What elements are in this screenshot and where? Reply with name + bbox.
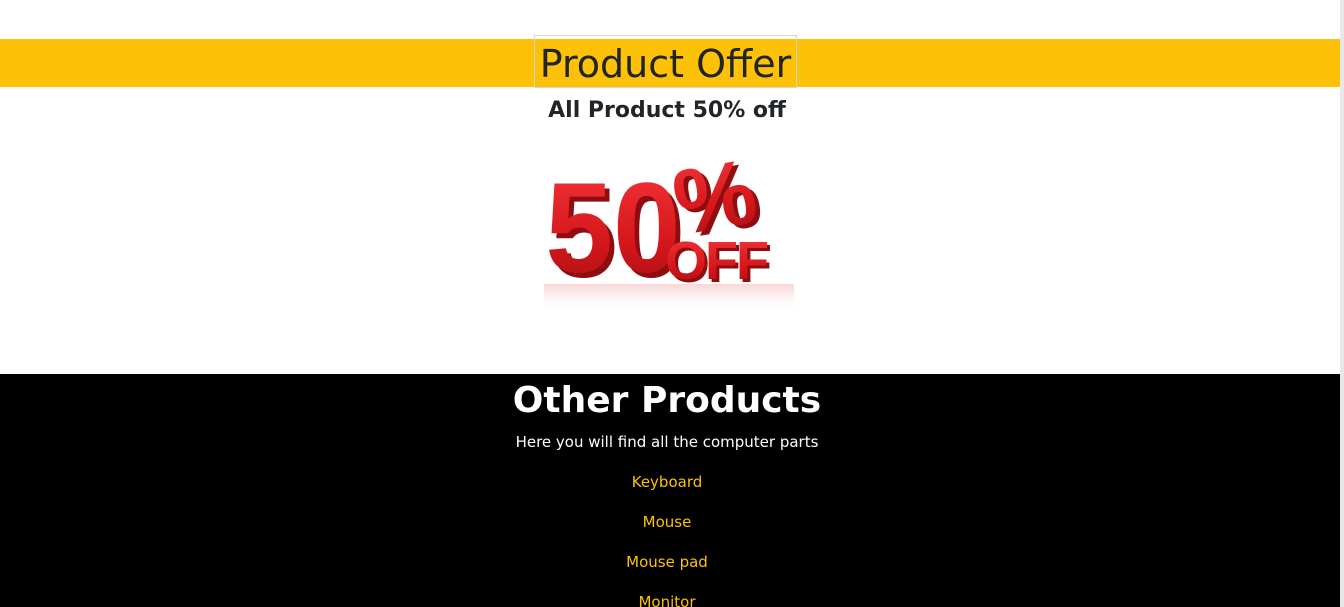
- list-item: Mouse pad: [0, 552, 1334, 592]
- product-link-keyboard[interactable]: Keyboard: [632, 473, 703, 491]
- offer-title: Product Offer: [534, 35, 797, 88]
- offer-subtitle: All Product 50% off: [548, 98, 786, 123]
- sale-number: 50: [545, 157, 680, 300]
- list-item: Monitor: [0, 592, 1334, 607]
- list-item: Mouse: [0, 512, 1334, 552]
- other-products-description: Here you will find all the computer part…: [515, 433, 819, 451]
- page: Product Offer All Product 50% off 50 50 …: [0, 0, 1344, 607]
- sale-reflection: [544, 284, 794, 314]
- list-item: Keyboard: [0, 472, 1334, 512]
- product-list: Keyboard Mouse Mouse pad Monitor: [0, 472, 1334, 607]
- product-link-monitor[interactable]: Monitor: [638, 593, 695, 607]
- sale-off: OFF: [665, 231, 768, 291]
- product-link-mouse-pad[interactable]: Mouse pad: [626, 553, 708, 571]
- scrollbar[interactable]: [1340, 0, 1344, 607]
- sale-50-off-image: 50 50 % % OFF OFF: [544, 140, 794, 314]
- product-link-mouse[interactable]: Mouse: [643, 513, 692, 531]
- other-products-title: Other Products: [512, 380, 822, 421]
